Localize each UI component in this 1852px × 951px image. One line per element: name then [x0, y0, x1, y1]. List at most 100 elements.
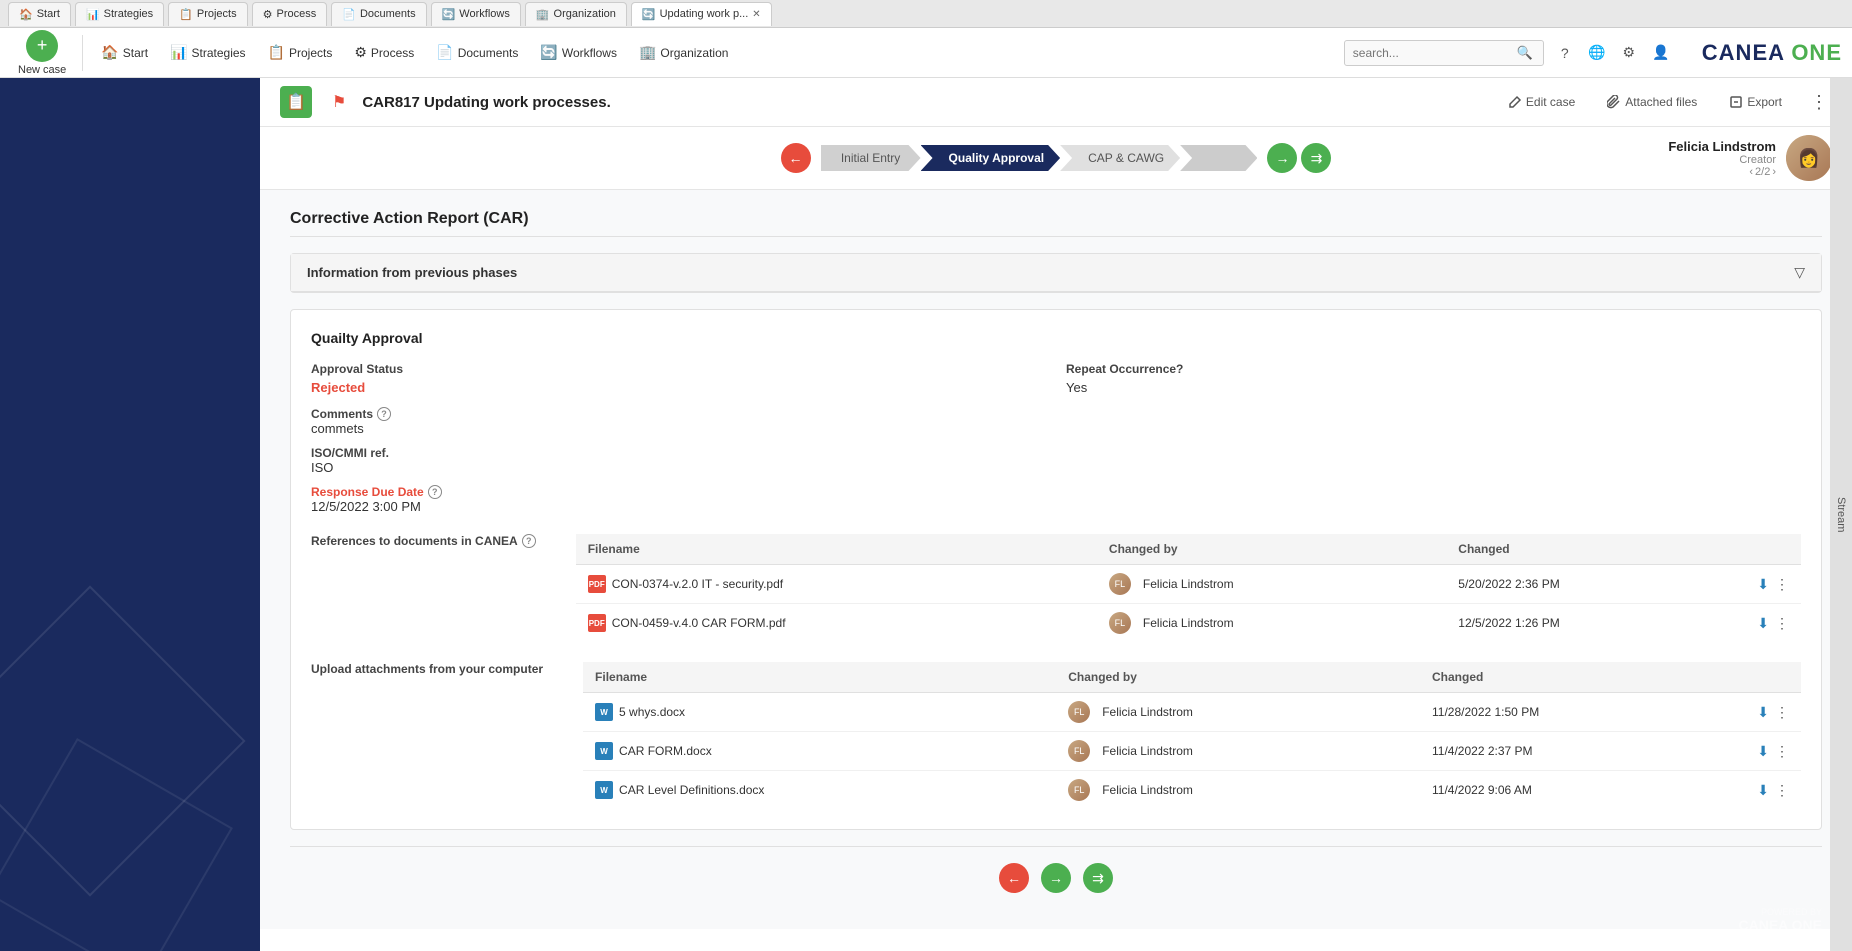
stream-sidebar[interactable]: Stream — [1830, 78, 1852, 951]
globe-icon[interactable]: 🌐 — [1586, 42, 1608, 64]
file-menu-icon[interactable]: ⋮ — [1775, 782, 1789, 799]
file-menu-icon[interactable]: ⋮ — [1775, 615, 1789, 632]
upload-file-1-changed: 11/28/2022 1:50 PM — [1420, 693, 1741, 732]
upload-file-3-changed: 11/4/2022 9:06 AM — [1420, 771, 1741, 810]
download-icon[interactable]: ⬇ — [1757, 615, 1769, 632]
powered-by: POWERED BY CANEA ONE 2022.3.6 — [1739, 907, 1823, 943]
col-actions — [1741, 662, 1801, 693]
upload-file-2-name: W CAR FORM.docx — [583, 732, 1056, 771]
nav-strategies-icon: 📊 — [170, 44, 187, 61]
download-icon[interactable]: ⬇ — [1757, 704, 1769, 721]
workflows-icon: 🔄 — [442, 8, 456, 21]
tab-strategies[interactable]: 📊 Strategies — [75, 2, 164, 26]
canea-file-2-name: PDF CON-0459-v.4.0 CAR FORM.pdf — [576, 604, 1097, 643]
more-menu-icon[interactable]: ⋮ — [1806, 88, 1832, 117]
bottom-end-button[interactable]: ⇉ — [1083, 863, 1113, 893]
workflow-prev-button[interactable]: ← — [781, 143, 811, 173]
user-icon[interactable]: 👤 — [1650, 42, 1672, 64]
upload-files-table: Filename Changed by Changed — [583, 662, 1801, 809]
nav-strategies[interactable]: 📊 Strategies — [160, 38, 255, 67]
info-section-toggle[interactable]: Information from previous phases ▽ — [291, 254, 1821, 292]
download-icon[interactable]: ⬇ — [1757, 576, 1769, 593]
settings-icon[interactable]: ⚙ — [1618, 42, 1640, 64]
case-toolbar: 📋 ⚑ CAR817 Updating work processes. Edit… — [260, 78, 1852, 127]
workflow-end-button[interactable]: ⇉ — [1301, 143, 1331, 173]
pagination-next-icon[interactable]: › — [1772, 166, 1776, 178]
nav-workflows-icon: 🔄 — [540, 44, 557, 61]
approval-status-label: Approval Status — [311, 362, 1046, 376]
file-menu-icon[interactable]: ⋮ — [1775, 704, 1789, 721]
tab-documents[interactable]: 📄 Documents — [331, 2, 426, 26]
new-case-icon: + — [26, 30, 58, 62]
file-menu-icon[interactable]: ⋮ — [1775, 743, 1789, 760]
sidebar — [0, 78, 260, 951]
canea-file-1-name: PDF CON-0374-v.2.0 IT - security.pdf — [576, 565, 1097, 604]
pagination-prev-icon[interactable]: ‹ — [1749, 166, 1753, 178]
nav-start[interactable]: 🏠 Start — [91, 38, 158, 67]
upload-file-3-changed-by: FL Felicia Lindstrom — [1056, 771, 1420, 810]
browser-tabs: 🏠 Start 📊 Strategies 📋 Projects ⚙ Proces… — [0, 0, 1852, 28]
download-icon[interactable]: ⬇ — [1757, 782, 1769, 799]
search-box[interactable]: 🔍 — [1344, 40, 1544, 66]
bottom-next-button[interactable]: → — [1041, 863, 1071, 893]
flag-icon: ⚑ — [332, 92, 346, 112]
tab-organization[interactable]: 🏢 Organization — [525, 2, 627, 26]
canea-file-2-changed-by: FL Felicia Lindstrom — [1097, 604, 1446, 643]
user-dot-icon: FL — [1109, 612, 1131, 634]
info-section-title: Information from previous phases — [307, 265, 517, 280]
response-due-value: 12/5/2022 3:00 PM — [311, 499, 1801, 514]
attached-files-button[interactable]: Attached files — [1599, 91, 1705, 113]
user-role: Creator — [1668, 154, 1776, 166]
col-changed-by: Changed by — [1097, 534, 1446, 565]
upload-files-table-wrap: Filename Changed by Changed — [583, 662, 1801, 809]
tab-active[interactable]: 🔄 Updating work p... ✕ — [631, 2, 772, 26]
workflow-next-button[interactable]: → — [1267, 143, 1297, 173]
col-changed: Changed — [1420, 662, 1741, 693]
nav-projects-icon: 📋 — [268, 44, 285, 61]
user-name: Felicia Lindstrom — [1668, 139, 1776, 154]
user-dot-icon: FL — [1068, 701, 1090, 723]
canea-docs-help-icon[interactable]: ? — [522, 534, 536, 548]
canea-file-2-changed: 12/5/2022 1:26 PM — [1446, 604, 1741, 643]
canea-file-1-actions: ⬇ ⋮ — [1741, 565, 1801, 604]
comments-help-icon[interactable]: ? — [377, 407, 391, 421]
step-quality-approval[interactable]: Quality Approval — [921, 145, 1061, 171]
tab-process[interactable]: ⚙ Process — [252, 2, 328, 26]
help-icon[interactable]: ? — [1554, 42, 1576, 64]
file-menu-icon[interactable]: ⋮ — [1775, 576, 1789, 593]
tab-start[interactable]: 🏠 Start — [8, 2, 71, 26]
step-cap-cawg[interactable]: CAP & CAWG — [1060, 145, 1180, 171]
upload-file-2-actions: ⬇ ⋮ — [1741, 732, 1801, 771]
new-case-label: New case — [18, 64, 66, 76]
case-container: 📋 ⚑ CAR817 Updating work processes. Edit… — [260, 78, 1852, 951]
close-tab-icon[interactable]: ✕ — [752, 9, 760, 20]
pdf-icon: PDF — [588, 575, 606, 593]
form-area: Corrective Action Report (CAR) Informati… — [260, 190, 1852, 929]
export-button[interactable]: Export — [1721, 91, 1790, 113]
tab-workflows[interactable]: 🔄 Workflows — [431, 2, 521, 26]
canea-file-1-changed-by: FL Felicia Lindstrom — [1097, 565, 1446, 604]
new-case-button[interactable]: + New case — [10, 26, 74, 80]
stream-label: Stream — [1835, 497, 1847, 532]
edit-case-button[interactable]: Edit case — [1500, 91, 1583, 113]
nav-process[interactable]: ⚙ Process — [344, 38, 424, 67]
nav-documents[interactable]: 📄 Documents — [426, 38, 528, 67]
nav-organization[interactable]: 🏢 Organization — [629, 38, 738, 67]
strategies-icon: 📊 — [86, 8, 100, 21]
response-due-field: Response Due Date ? 12/5/2022 3:00 PM — [311, 485, 1801, 514]
bottom-prev-button[interactable]: ← — [999, 863, 1029, 893]
response-due-help-icon[interactable]: ? — [428, 485, 442, 499]
tab-projects[interactable]: 📋 Projects — [168, 2, 247, 26]
info-section: Information from previous phases ▽ — [290, 253, 1822, 293]
docx-icon: W — [595, 703, 613, 721]
repeat-occurrence-label: Repeat Occurrence? — [1066, 362, 1801, 376]
avatar: 👩 — [1786, 135, 1832, 181]
step-initial-entry[interactable]: Initial Entry — [821, 145, 921, 171]
col-filename: Filename — [583, 662, 1056, 693]
col-changed: Changed — [1446, 534, 1741, 565]
search-input[interactable] — [1353, 46, 1513, 60]
nav-workflows[interactable]: 🔄 Workflows — [530, 38, 627, 67]
download-icon[interactable]: ⬇ — [1757, 743, 1769, 760]
section-title: Corrective Action Report (CAR) — [290, 210, 1822, 237]
nav-projects[interactable]: 📋 Projects — [258, 38, 343, 67]
